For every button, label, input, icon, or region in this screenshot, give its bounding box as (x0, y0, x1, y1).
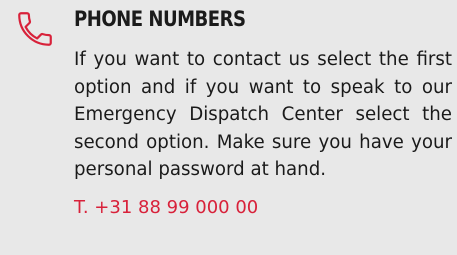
phone-icon (14, 8, 56, 50)
contact-phone-card: PHONE NUMBERS If you want to contact us … (0, 0, 457, 255)
section-title: PHONE NUMBERS (74, 7, 246, 31)
phone-number-link[interactable]: T. +31 88 99 000 00 (74, 196, 258, 220)
contact-content: PHONE NUMBERS If you want to contact us … (74, 6, 452, 220)
contact-description: If you want to contact us select the fir… (74, 49, 452, 181)
